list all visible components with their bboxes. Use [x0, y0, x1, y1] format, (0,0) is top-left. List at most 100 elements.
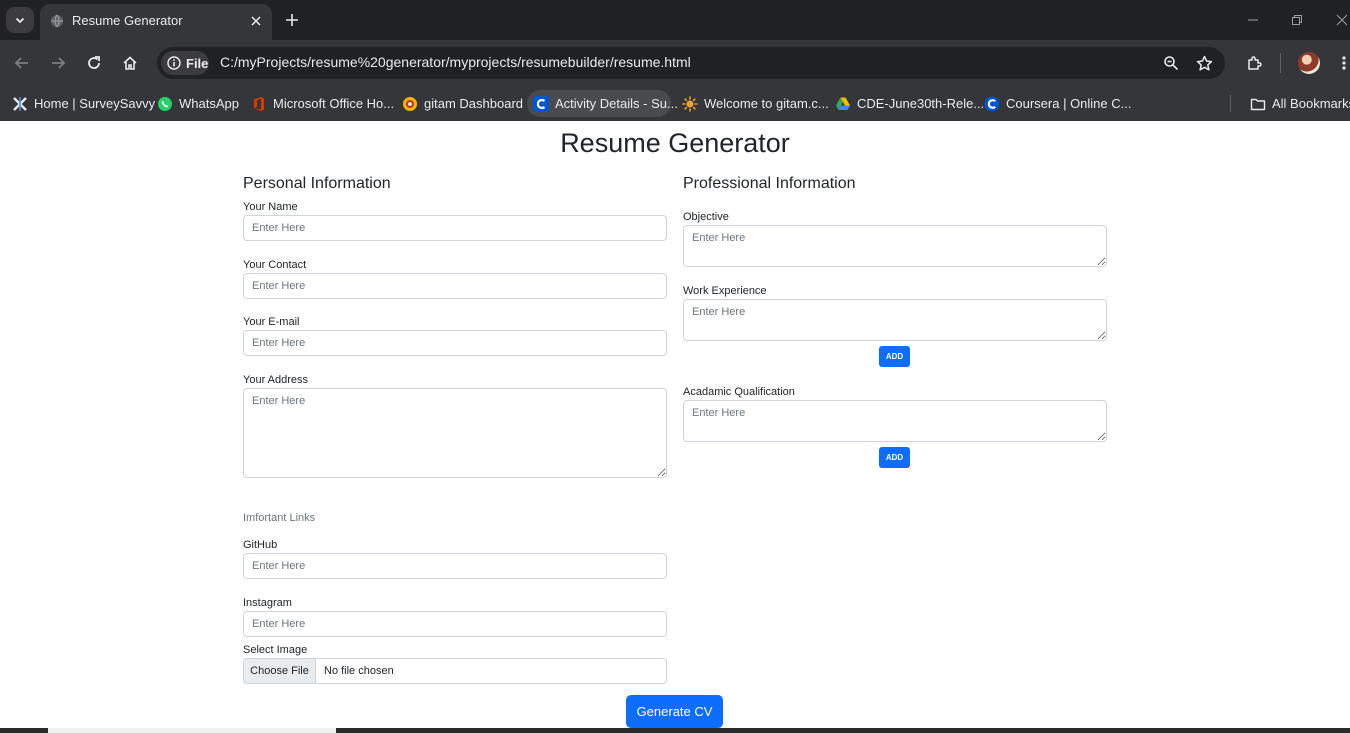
bookmark-label: Home | SurveySavvy: [34, 96, 156, 111]
zoom-icon: [1164, 56, 1179, 71]
academic-textarea[interactable]: [683, 400, 1107, 442]
bookmark-welcome-gitam[interactable]: Welcome to gitam.c...: [678, 90, 833, 117]
chevron-down-icon: [15, 17, 25, 24]
bookmark-microsoft-office[interactable]: Microsoft Office Ho...: [247, 90, 398, 117]
bookmark-label: Activity Details - Su...: [555, 96, 678, 111]
url-text: C:/myProjects/resume%20generator/myproje…: [220, 54, 691, 70]
address-bar[interactable]: File C:/myProjects/resume%20generator/my…: [157, 47, 1225, 79]
all-bookmarks-label: All Bookmarks: [1272, 96, 1350, 111]
arrow-right-icon: [52, 57, 66, 69]
all-bookmarks-button[interactable]: All Bookmarks: [1230, 90, 1350, 117]
star-icon: [1196, 55, 1212, 71]
bookmark-whatsapp[interactable]: WhatsApp: [153, 90, 243, 117]
forward-button[interactable]: [47, 52, 69, 74]
reload-icon: [88, 56, 100, 69]
close-icon: [251, 16, 261, 26]
back-button[interactable]: [11, 52, 33, 74]
bookmark-cde-drive[interactable]: CDE-June30th-Rele...: [831, 90, 988, 117]
image-label: Select Image: [243, 644, 308, 656]
tab-title: Resume Generator: [72, 13, 183, 28]
page-title: Resume Generator: [560, 128, 790, 158]
bookmark-label: Microsoft Office Ho...: [273, 96, 395, 111]
instagram-label: Instagram: [243, 597, 292, 609]
name-label: Your Name: [243, 201, 298, 213]
minimize-button[interactable]: [1245, 12, 1261, 28]
contact-label: Your Contact: [243, 259, 307, 271]
academic-label: Acadamic Qualification: [683, 386, 795, 398]
links-heading: Imfortant Links: [243, 512, 316, 524]
contact-input[interactable]: [243, 273, 667, 299]
os-taskbar: [0, 728, 1350, 733]
zoom-button[interactable]: [1161, 53, 1181, 73]
reload-button[interactable]: [83, 52, 105, 74]
profile-avatar[interactable]: [1298, 52, 1320, 74]
surveysavvy-icon: [12, 96, 28, 112]
browser-tab[interactable]: Resume Generator: [40, 4, 272, 40]
bookmark-activity-details[interactable]: Activity Details - Su...: [527, 90, 678, 117]
bookmark-label: Welcome to gitam.c...: [704, 96, 829, 111]
objective-label: Objective: [683, 211, 729, 223]
bookmark-label: gitam Dashboard: [424, 96, 523, 111]
gitam-sun-icon: [682, 96, 698, 112]
tab-close-button[interactable]: [248, 13, 264, 29]
add-academic-button[interactable]: ADD: [879, 447, 910, 468]
extensions-button[interactable]: [1243, 52, 1265, 74]
close-icon: [1336, 14, 1348, 26]
github-label: GitHub: [243, 539, 278, 551]
home-button[interactable]: [119, 52, 141, 74]
new-tab-button[interactable]: [282, 10, 302, 30]
resume-page: Resume Generator Personal Information Yo…: [0, 121, 1350, 728]
work-experience-label: Work Experience: [683, 285, 767, 297]
bookmark-star-button[interactable]: [1194, 53, 1214, 73]
name-input[interactable]: [243, 215, 667, 241]
generate-cv-button[interactable]: Generate CV: [626, 695, 723, 728]
bookmark-surveysavvy[interactable]: Home | SurveySavvy: [8, 90, 159, 117]
email-input[interactable]: [243, 330, 667, 356]
browser-toolbar: File C:/myProjects/resume%20generator/my…: [0, 40, 1350, 86]
bookmark-label: WhatsApp: [179, 96, 239, 111]
puzzle-icon: [1247, 55, 1262, 70]
site-info-chip[interactable]: File: [161, 51, 209, 75]
tab-search-button[interactable]: [6, 7, 34, 33]
work-experience-textarea[interactable]: [683, 299, 1107, 341]
bookmark-gitam-dashboard[interactable]: gitam Dashboard: [398, 90, 527, 117]
address-textarea[interactable]: [243, 388, 667, 478]
add-work-experience-button[interactable]: ADD: [879, 346, 910, 367]
arrow-left-icon: [14, 57, 28, 69]
bookmarks-divider: [1230, 95, 1231, 112]
file-status: No file chosen: [324, 665, 394, 677]
bookmark-label: CDE-June30th-Rele...: [857, 96, 985, 111]
office-icon: [251, 96, 267, 112]
choose-file-button[interactable]: Choose File: [244, 659, 316, 683]
email-label: Your E-mail: [243, 316, 300, 328]
taskbar-window-preview: [48, 728, 336, 733]
more-vert-icon: [1342, 56, 1346, 70]
image-file-input[interactable]: Choose File No file chosen: [243, 658, 667, 684]
bookmark-label: Coursera | Online C...: [1006, 96, 1132, 111]
browser-title-bar: Resume Generator: [0, 0, 1350, 40]
plus-icon: [286, 14, 298, 26]
scheme-label: File: [186, 55, 209, 71]
bookmarks-bar: Home | SurveySavvy WhatsApp Microsoft Of…: [0, 86, 1350, 121]
menu-button[interactable]: [1333, 52, 1350, 74]
professional-info-heading: Professional Information: [683, 175, 856, 192]
window-close-button[interactable]: [1334, 12, 1350, 28]
bookmark-coursera[interactable]: Coursera | Online C...: [980, 90, 1135, 117]
toolbar-divider: [1280, 53, 1281, 73]
personal-info-heading: Personal Information: [243, 175, 391, 192]
objective-textarea[interactable]: [683, 225, 1107, 267]
whatsapp-icon: [157, 96, 173, 112]
minimize-icon: [1248, 19, 1258, 21]
folder-icon: [1250, 96, 1266, 112]
coursera-icon: [533, 95, 549, 112]
github-input[interactable]: [243, 553, 667, 579]
instagram-input[interactable]: [243, 611, 667, 637]
coursera-icon: [984, 96, 1000, 112]
gitam-icon: [402, 96, 418, 112]
home-icon: [123, 56, 137, 70]
address-label: Your Address: [243, 374, 309, 386]
restore-button[interactable]: [1289, 12, 1305, 28]
restore-icon: [1292, 15, 1302, 25]
info-icon: [167, 56, 181, 70]
google-drive-icon: [835, 96, 851, 112]
